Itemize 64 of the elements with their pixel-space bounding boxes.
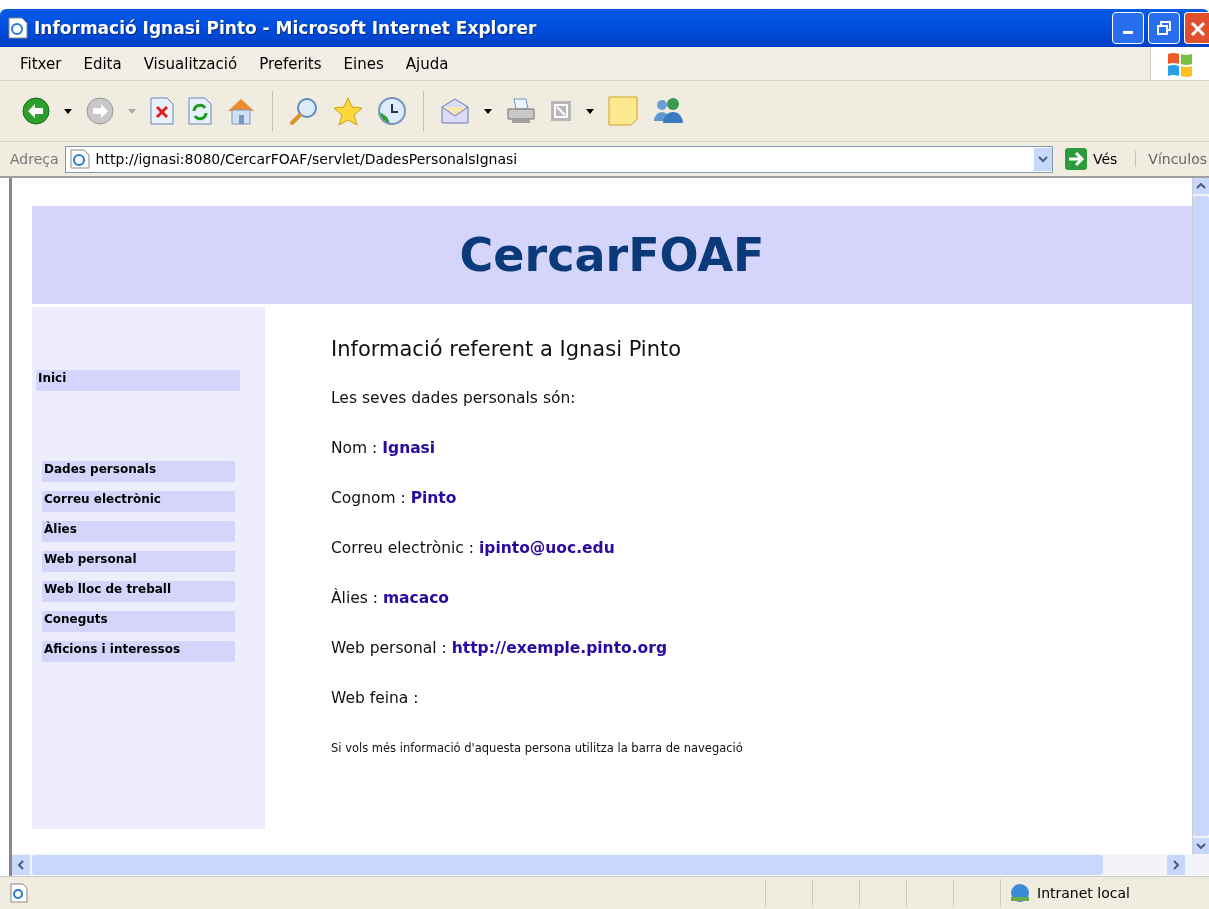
- printer-icon[interactable]: [506, 97, 536, 125]
- field-value: http://exemple.pinto.org: [451, 639, 667, 657]
- network-icon: [1009, 883, 1031, 903]
- field-label: Nom :: [331, 439, 378, 457]
- stop-icon[interactable]: [150, 97, 174, 125]
- page-icon: [8, 17, 28, 39]
- chevron-down-icon: [1037, 155, 1048, 163]
- go-button[interactable]: Vés: [1060, 147, 1122, 171]
- search-icon[interactable]: [289, 96, 319, 126]
- address-field[interactable]: http://ignasi:8080/CercarFOAF/servlet/DadesPersonalsIgnasi: [64, 145, 1053, 173]
- minimize-icon: [1123, 31, 1133, 34]
- nav-link[interactable]: Coneguts: [42, 611, 235, 632]
- restore-button[interactable]: [1148, 12, 1180, 44]
- nav-link[interactable]: Dades personals: [42, 461, 235, 482]
- minimize-button[interactable]: [1112, 12, 1144, 44]
- star-icon[interactable]: [333, 96, 363, 126]
- caret-icon[interactable]: [586, 108, 594, 114]
- menu-item[interactable]: Eines: [343, 54, 384, 73]
- close-button[interactable]: [1184, 12, 1209, 44]
- nav-link[interactable]: Web personal: [42, 551, 235, 572]
- zone-label: Intranet local: [1037, 885, 1130, 901]
- page-heading: Informació referent a Ignasi Pinto: [331, 337, 683, 361]
- chevron-right-icon[interactable]: [1173, 860, 1179, 870]
- field-value: Ignasi: [382, 439, 436, 457]
- flag-logo-icon: [1166, 50, 1194, 77]
- arrow-right-icon: [1064, 148, 1087, 170]
- field-label: Web personal :: [331, 639, 447, 657]
- nav-link[interactable]: Aficions i interessos: [42, 641, 235, 662]
- page-icon: [10, 883, 28, 903]
- menu-item[interactable]: Visualització: [143, 54, 238, 73]
- menu-item[interactable]: Fitxer: [20, 54, 62, 73]
- menu-item[interactable]: Edita: [83, 54, 122, 73]
- home-icon[interactable]: [226, 97, 256, 125]
- restore-icon: [1156, 20, 1172, 36]
- page-icon: [69, 149, 90, 169]
- nav-link[interactable]: Inici: [36, 370, 240, 391]
- chevron-left-icon[interactable]: [18, 860, 24, 870]
- dropdown-button[interactable]: [1033, 147, 1052, 171]
- help-text: Si vols més informació d'aquesta persona utilitza la barra de navegació: [331, 741, 743, 755]
- field-label: Àlies :: [331, 589, 378, 607]
- field-value: macaco: [382, 589, 450, 607]
- site-title: CercarFOAF: [459, 228, 765, 282]
- nav-link[interactable]: Correu electrònic: [42, 491, 235, 512]
- intro-text: Les seves dades personals són:: [331, 389, 577, 407]
- refresh-icon[interactable]: [188, 97, 212, 125]
- field-value: Pinto: [410, 489, 457, 507]
- window-title: Informació Ignasi Pinto - Microsoft Internet Explorer: [34, 18, 538, 38]
- field-label: Correu electrònic :: [331, 539, 475, 557]
- field-label: Cognom :: [331, 489, 406, 507]
- envelope-icon[interactable]: [440, 97, 470, 125]
- nav-link[interactable]: Web lloc de treball: [42, 581, 235, 602]
- caret-icon[interactable]: [64, 108, 72, 114]
- nav-link[interactable]: Àlies: [42, 521, 235, 542]
- close-icon: [1189, 20, 1205, 36]
- menu-item[interactable]: Preferits: [259, 54, 322, 73]
- field-value: ipinto@uoc.edu: [478, 539, 615, 557]
- links-label[interactable]: Vínculos: [1135, 151, 1207, 167]
- caret-icon[interactable]: [484, 108, 492, 114]
- field-label: Web feina :: [331, 689, 419, 707]
- people-icon[interactable]: [652, 97, 684, 125]
- address-label: Adreça: [10, 151, 59, 167]
- chevron-up-icon[interactable]: [1196, 183, 1206, 189]
- menu-item[interactable]: Ajuda: [405, 54, 449, 73]
- chevron-down-icon[interactable]: [1196, 843, 1206, 849]
